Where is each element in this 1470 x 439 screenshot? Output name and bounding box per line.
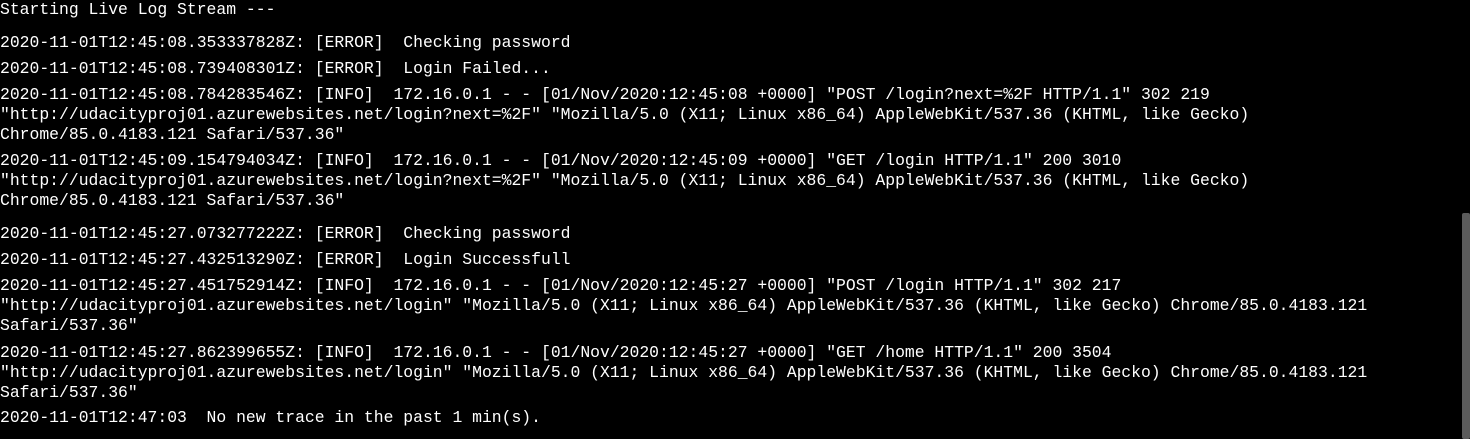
log-line-continuation: Chrome/85.0.4183.121 Safari/537.36" [0,191,345,210]
log-line-continuation: "http://udacityproj01.azurewebsites.net/… [0,171,1250,190]
log-line-continuation: Chrome/85.0.4183.121 Safari/537.36" [0,125,345,144]
scrollbar-track[interactable] [1462,0,1470,439]
log-line-continuation: "http://udacityproj01.azurewebsites.net/… [0,105,1250,124]
terminal-output[interactable]: Starting Live Log Stream --- 2020-11-01T… [0,0,1462,439]
log-line: 2020-11-01T12:45:27.862399655Z: [INFO] 1… [0,343,1112,362]
log-line-stream-header: Starting Live Log Stream --- [0,0,276,19]
log-line-continuation: "http://udacityproj01.azurewebsites.net/… [0,363,1368,382]
log-line: 2020-11-01T12:45:08.739408301Z: [ERROR] … [0,59,551,78]
log-line: 2020-11-01T12:45:27.451752914Z: [INFO] 1… [0,276,1122,295]
log-line: 2020-11-01T12:45:27.432513290Z: [ERROR] … [0,250,571,269]
scrollbar-thumb[interactable] [1462,213,1470,439]
log-line: 2020-11-01T12:45:09.154794034Z: [INFO] 1… [0,151,1122,170]
log-line: 2020-11-01T12:45:08.784283546Z: [INFO] 1… [0,85,1210,104]
log-line: 2020-11-01T12:45:08.353337828Z: [ERROR] … [0,33,571,52]
log-line: 2020-11-01T12:45:27.073277222Z: [ERROR] … [0,224,571,243]
log-line-continuation: Safari/537.36" [0,316,138,335]
log-line-continuation: "http://udacityproj01.azurewebsites.net/… [0,296,1368,315]
log-line-status: 2020-11-01T12:47:03 No new trace in the … [0,408,541,427]
log-line-continuation: Safari/537.36" [0,383,138,402]
